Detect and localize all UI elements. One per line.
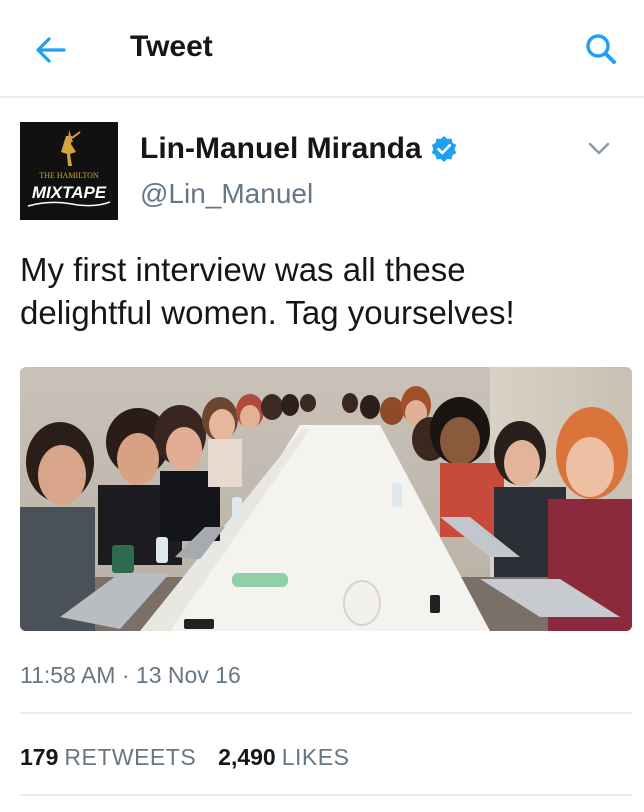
back-button[interactable]	[26, 28, 74, 72]
top-app-bar: Tweet	[0, 0, 644, 98]
tweet-text: My first interview was all these delight…	[20, 248, 620, 334]
search-icon	[586, 34, 616, 64]
tweet-text-line: My first interview was all these	[20, 251, 466, 288]
verified-badge-icon	[431, 136, 456, 162]
tweet-stats: 179 RETWEETS 2,490 LIKES	[20, 744, 371, 771]
user-handle[interactable]: @Lin_Manuel	[140, 178, 313, 210]
tweet-photo[interactable]	[20, 367, 632, 631]
retweets-count[interactable]: 179	[20, 744, 58, 771]
retweets-label[interactable]: RETWEETS	[64, 744, 196, 771]
author-name-row[interactable]: Lin-Manuel Miranda	[140, 132, 458, 166]
search-button[interactable]	[578, 26, 624, 72]
display-name[interactable]: Lin-Manuel Miranda	[140, 132, 422, 166]
tweet-text-line: delightful women. Tag yourselves!	[20, 294, 515, 331]
more-options-button[interactable]	[584, 136, 614, 162]
divider	[20, 712, 632, 714]
arrow-left-icon	[36, 37, 66, 63]
svg-text:THE HAMILTON: THE HAMILTON	[39, 171, 99, 180]
photo-image	[20, 367, 632, 631]
avatar[interactable]: THE HAMILTON MIXTAPE	[20, 122, 118, 220]
chevron-down-icon	[588, 142, 610, 155]
hamilton-mixtape-logo: THE HAMILTON MIXTAPE	[20, 122, 118, 220]
tweet-timestamp: 11:58 AM · 13 Nov 16	[20, 662, 241, 688]
page-title: Tweet	[130, 30, 213, 63]
likes-count[interactable]: 2,490	[218, 744, 276, 771]
svg-text:MIXTAPE: MIXTAPE	[32, 183, 107, 202]
likes-label[interactable]: LIKES	[282, 744, 350, 771]
divider	[20, 794, 632, 796]
